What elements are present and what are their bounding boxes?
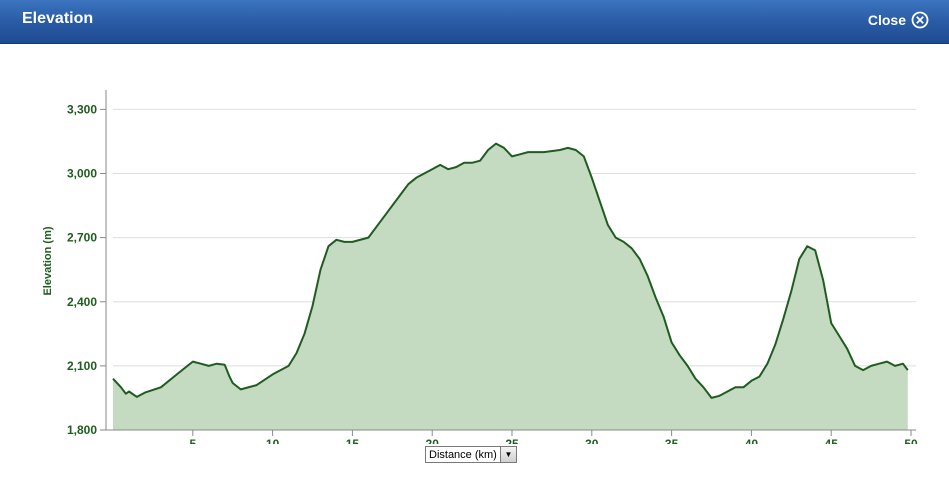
y-tick-label: 3,000	[67, 167, 97, 181]
x-tick-label: 15	[346, 437, 360, 444]
y-tick-label: 3,300	[67, 102, 97, 116]
elevation-chart: 5 10 15 20 25 30 35 40 45 50 1,800 2,100 2,400 2,700…	[42, 90, 918, 444]
x-tick-label: 20	[426, 437, 440, 444]
x-tick-label: 45	[825, 437, 839, 444]
close-button[interactable]: Close	[868, 11, 929, 29]
x-tick-label: 50	[904, 437, 918, 444]
title-bar: Elevation Close	[0, 0, 949, 44]
x-tick-label: 5	[189, 437, 196, 444]
close-label: Close	[867, 12, 906, 28]
y-tick-label: 2,100	[67, 359, 97, 373]
y-tick-label: 2,700	[67, 231, 97, 245]
y-axis-label: Elevation (m)	[42, 226, 54, 295]
elevation-area	[113, 143, 908, 430]
close-icon[interactable]	[911, 11, 929, 29]
x-tick-labels: 5 10 15 20 25 30 35 40 45 50	[189, 437, 918, 444]
x-axis-selector[interactable]: Distance (km) ▼	[425, 446, 517, 463]
x-tick-label: 25	[505, 437, 519, 444]
y-tick-label: 1,800	[67, 423, 97, 437]
triangle-down-icon[interactable]: ▼	[500, 447, 516, 462]
window-title: Elevation	[22, 10, 94, 27]
x-tick-label: 30	[585, 437, 599, 444]
y-tick-label: 2,400	[67, 295, 97, 309]
x-tick-label: 10	[266, 437, 280, 444]
y-tick-labels: 1,800 2,100 2,400 2,700 3,000 3,300	[67, 102, 97, 437]
x-tick-label: 35	[665, 437, 679, 444]
x-axis-selector-value: Distance (km)	[429, 448, 497, 461]
x-tick-label: 40	[745, 437, 759, 444]
